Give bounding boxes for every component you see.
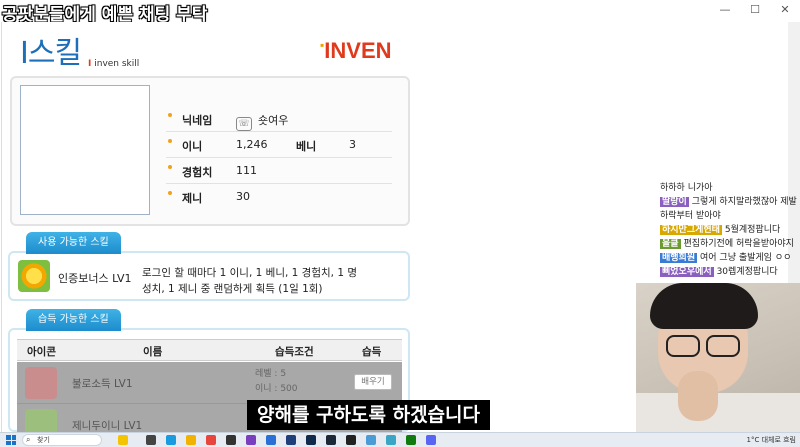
header-name: 이름 xyxy=(143,346,163,358)
inni-label: 이니 xyxy=(182,140,203,153)
phone-icon: ☏ xyxy=(236,117,252,131)
chat-text: 여어 그냥 출발게임 ㅇㅇ xyxy=(700,253,792,263)
bullet-icon xyxy=(168,165,172,169)
inven-logo[interactable]: ▪INVEN xyxy=(320,38,392,64)
windows-start-icon[interactable] xyxy=(6,435,16,445)
table-row: 불로소득 LV1 레벨 : 5 이니 : 500 배우기 xyxy=(17,362,402,404)
exp-value: 111 xyxy=(236,164,257,177)
subtitle-caption: 양해를 구하도록 하겠습니다 xyxy=(247,400,490,430)
chat-message: 하락부터 받아야 xyxy=(660,210,800,223)
chat-message: 딸랑이 그렇게 하지말라했잖아 제발 xyxy=(660,196,800,209)
tab-available-skills[interactable]: 사용 가능한 스킬 xyxy=(26,232,121,254)
chat-text: 하하하 니가아 xyxy=(660,183,713,193)
bullet-icon xyxy=(168,191,172,195)
discord-icon[interactable] xyxy=(426,435,436,445)
beni-value: 3 xyxy=(349,138,356,151)
photoshop-icon[interactable] xyxy=(286,435,296,445)
header-learn: 습득 xyxy=(362,346,382,358)
learnable-skill-name: 불로소득 LV1 xyxy=(72,378,133,390)
available-skill-desc: 로그인 할 때마다 1 이니, 1 베니, 1 경험치, 1 명성치, 1 제니… xyxy=(142,267,358,295)
inven-skill-logo[interactable]: I스킬 xyxy=(20,28,82,72)
app-icon[interactable] xyxy=(226,435,236,445)
taskbar: ⌕ 찾기 1°C 대체로 흐림 xyxy=(0,432,800,447)
chat-message: 삐었오우에서 30렙계정팝니다 xyxy=(660,266,800,279)
cond-level: 레벨 : 5 xyxy=(255,369,287,379)
title-bar: 공팟분들에게 예쁜 채팅 부탁 — ☐ ✕ xyxy=(0,0,800,25)
glasses-left xyxy=(666,335,700,357)
zeni-label: 제니 xyxy=(182,192,203,205)
chat-text: 그렇게 하지말라했잖아 제발 xyxy=(691,197,797,207)
zeni-value: 30 xyxy=(236,190,250,203)
exp-label: 경험치 xyxy=(182,166,213,179)
chat-message: 올클 편집하기전에 허락을받아야지 xyxy=(660,238,800,251)
maximize-button[interactable]: ☐ xyxy=(744,2,766,18)
chat-user: 하지만그게현태 xyxy=(660,225,722,235)
app-icon[interactable] xyxy=(266,435,276,445)
money-skill-icon xyxy=(25,367,57,399)
chat-text: 5월계정팝니다 xyxy=(724,225,781,235)
chat-text: 편집하기전에 허락을받아야지 xyxy=(683,239,794,249)
search-icon: ⌕ xyxy=(26,435,31,444)
chat-message: 배행희원 여어 그냥 출발게임 ㅇㅇ xyxy=(660,252,800,265)
nickname-value: ☏ 숏여우 xyxy=(236,112,288,131)
minimize-button[interactable]: — xyxy=(714,2,736,18)
chat-user: 삐었오우에서 xyxy=(660,267,714,277)
chat-message: 하하하 니가아 xyxy=(660,182,800,195)
taskbar-search[interactable]: ⌕ 찾기 xyxy=(22,434,102,446)
explorer-icon[interactable] xyxy=(186,435,196,445)
beni-label: 베니 xyxy=(296,140,317,153)
steam-icon[interactable] xyxy=(326,435,336,445)
close-button[interactable]: ✕ xyxy=(774,2,796,18)
chat-message: 하지만그게현태 5월계정팝니다 xyxy=(660,224,800,237)
cond-inni: 이니 : 500 xyxy=(255,384,298,394)
zeni-row: 제니 30 xyxy=(166,184,392,210)
app-icon[interactable] xyxy=(246,435,256,445)
edge-icon[interactable] xyxy=(166,435,176,445)
chat-text: 30렙계정팝니다 xyxy=(716,267,778,277)
logo-subtitle: I inven skill xyxy=(88,59,139,69)
chat-user: 딸랑이 xyxy=(660,197,689,207)
app-icon[interactable] xyxy=(366,435,376,445)
nickname-row: 닉네임 ☏ 숏여우 xyxy=(166,106,392,132)
learnable-table-header: 아이콘 이름 습득조건 습득 xyxy=(17,339,402,361)
widget-icon[interactable] xyxy=(118,435,128,445)
task-view-icon[interactable] xyxy=(146,435,156,445)
logo-sub-text: inven skill xyxy=(94,59,140,69)
inni-value: 1,246 xyxy=(236,138,268,151)
avatar xyxy=(20,85,150,215)
chat-panel: 하하하 니가아 딸랑이 그렇게 하지말라했잖아 제발 하락부터 받아야 하지만그… xyxy=(660,182,800,280)
webcam-feed xyxy=(636,283,800,432)
learnable-skill-name: 제니두이니 LV1 xyxy=(72,420,143,432)
available-skill-name: 인증보너스 LV1 xyxy=(58,272,132,285)
learn-button[interactable]: 배우기 xyxy=(354,374,392,390)
chat-user: 배행희원 xyxy=(660,253,698,263)
window-controls: — ☐ ✕ xyxy=(714,2,796,18)
premiere-icon[interactable] xyxy=(306,435,316,445)
nickname-text: 숏여우 xyxy=(258,114,289,127)
currency-row: 이니 1,246 베니 3 xyxy=(166,132,392,158)
tab-learnable-skills[interactable]: 습득 가능한 스킬 xyxy=(26,309,121,331)
system-tray[interactable]: 1°C 대체로 흐림 xyxy=(747,435,797,445)
chat-text: 하락부터 받아야 xyxy=(660,211,721,221)
inven-logo-text: INVEN xyxy=(324,38,392,63)
header-icon: 아이콘 xyxy=(27,346,56,358)
webcam-hair xyxy=(650,283,758,329)
search-label: 찾기 xyxy=(37,436,50,444)
exp-row: 경험치 111 xyxy=(166,158,392,184)
sun-skill-icon xyxy=(18,260,50,292)
obs-icon[interactable] xyxy=(346,435,356,445)
app-icon[interactable] xyxy=(386,435,396,445)
nickname-label: 닉네임 xyxy=(182,114,213,127)
logo-sub-brand: I xyxy=(88,59,92,69)
webcam-body xyxy=(636,393,800,432)
webcam-hand xyxy=(678,371,718,421)
header-cond: 습득조건 xyxy=(275,346,314,358)
chrome-icon[interactable] xyxy=(206,435,216,445)
chat-user: 올클 xyxy=(660,239,681,249)
bullet-icon xyxy=(168,139,172,143)
glasses-right xyxy=(706,335,740,357)
xbox-icon[interactable] xyxy=(406,435,416,445)
bullet-icon xyxy=(168,113,172,117)
